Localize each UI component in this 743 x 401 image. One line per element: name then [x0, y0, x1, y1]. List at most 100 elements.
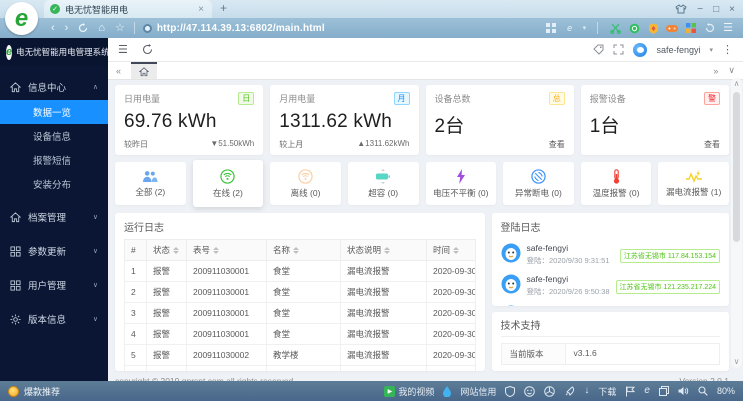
home-page-tab[interactable]	[131, 62, 157, 79]
minimize-button[interactable]: −	[697, 4, 703, 15]
col-status-desc[interactable]: 状态说明	[341, 240, 427, 261]
filter-offline[interactable]: 离线 (0)	[270, 162, 341, 205]
user-caret-icon[interactable]: ▾	[709, 46, 713, 54]
fan-icon[interactable]	[544, 386, 555, 397]
forward-icon[interactable]: ›	[65, 23, 69, 34]
drop-icon[interactable]	[443, 386, 451, 397]
col-name[interactable]: 名称	[267, 240, 341, 261]
table-row[interactable]: 5报警200911030002教学楼漏电流报警2020-09-30 09:05:…	[125, 345, 476, 366]
security-shield-icon[interactable]	[647, 22, 659, 34]
table-row[interactable]: 1报警200911030001食堂漏电流报警2020-09-30 09:29:5…	[125, 261, 476, 282]
speaker-icon[interactable]	[678, 386, 689, 396]
zoom-level[interactable]: 80%	[717, 386, 735, 396]
filter-all[interactable]: 全部 (2)	[115, 162, 186, 205]
sidebar-group-info-center[interactable]: 信息中心 ∧	[0, 74, 108, 100]
scroll-up-icon[interactable]: ∧	[734, 78, 740, 90]
fullscreen-icon[interactable]	[613, 44, 624, 55]
login-time: 登陆：2020/9/30 9:31:51	[527, 255, 610, 266]
sidebar-item-device-info[interactable]: 设备信息	[0, 124, 108, 148]
chevron-down-icon: ∨	[93, 213, 98, 221]
scroll-down-icon[interactable]: ∨	[734, 356, 740, 368]
mode-caret-icon[interactable]: ▾	[583, 24, 587, 32]
refresh-icon[interactable]	[78, 23, 88, 33]
windows-icon[interactable]	[659, 386, 669, 396]
browser-menu-icon[interactable]: ☰	[723, 23, 733, 34]
sidebar-item-alarm-sms[interactable]: 报警短信	[0, 148, 108, 172]
view-alarms-link[interactable]: 查看	[704, 139, 720, 150]
rocket-icon[interactable]	[564, 386, 575, 397]
table-row[interactable]: 4报警200911030001食堂漏电流报警2020-09-30 09:10:0…	[125, 324, 476, 345]
wallet-icon[interactable]	[628, 22, 640, 34]
more-options-icon[interactable]: ⋮	[722, 43, 733, 56]
screenshot-scissors-icon[interactable]	[609, 22, 621, 34]
scrollbar-thumb[interactable]	[733, 92, 740, 242]
restore-session-icon[interactable]	[704, 22, 716, 34]
promo-label: 爆款推荐	[24, 385, 60, 398]
month-badge: 月	[394, 92, 410, 105]
home-icon[interactable]: ⌂	[98, 23, 105, 34]
window-close-button[interactable]: ×	[729, 4, 735, 15]
filter-temperature-alarm[interactable]: 温度报警 (0)	[581, 162, 652, 205]
address-input[interactable]: http://47.114.39.13:6802/main.html	[143, 23, 545, 34]
sidebar-item-data-overview[interactable]: 数据一览	[0, 100, 108, 124]
back-icon[interactable]: ‹	[51, 23, 55, 34]
maximize-button[interactable]: □	[713, 4, 719, 15]
apps-grid-icon[interactable]	[685, 22, 697, 34]
filter-over-capacity[interactable]: 超容 (0)	[348, 162, 419, 205]
tabs-list-icon[interactable]: ∨	[728, 65, 735, 76]
sidebar-group-params[interactable]: 参数更新 ∨	[0, 238, 108, 264]
tabs-scroll-right-icon[interactable]: »	[713, 66, 718, 76]
filter-leakage-alarm[interactable]: 漏电流报警 (1)	[658, 162, 729, 205]
site-info-icon[interactable]	[143, 24, 152, 33]
table-row[interactable]: 2报警200911030001食堂漏电流报警2020-09-30 09:19:5…	[125, 282, 476, 303]
search-icon[interactable]	[698, 386, 708, 396]
filter-online[interactable]: 在线 (2)	[193, 160, 264, 207]
sidebar-group-version[interactable]: 版本信息 ∨	[0, 306, 108, 332]
tab-close-icon[interactable]: ×	[196, 4, 206, 15]
sidebar-group-users[interactable]: 用户管理 ∨	[0, 272, 108, 298]
shield-icon[interactable]	[505, 386, 515, 397]
col-time[interactable]: 时间	[427, 240, 476, 261]
game-center-icon[interactable]	[666, 22, 678, 34]
collapse-menu-icon[interactable]: ☰	[118, 43, 128, 56]
speed-down-icon[interactable]: ↓	[584, 386, 589, 396]
theme-skin-icon[interactable]	[675, 4, 687, 14]
view-devices-link[interactable]: 查看	[549, 139, 565, 150]
filter-voltage-imbalance[interactable]: 电压不平衡 (0)	[426, 162, 497, 205]
browser-e-icon[interactable]: e	[644, 386, 650, 396]
download-item[interactable]: 下载	[598, 385, 616, 398]
table-row[interactable]: 6报警200911030001食堂漏电流报警2020-09-30 09:05:0…	[125, 366, 476, 372]
my-video-item[interactable]: ▶ 我的视频	[384, 385, 434, 398]
sort-icon	[293, 247, 299, 254]
face-icon[interactable]	[524, 386, 535, 397]
user-avatar[interactable]	[633, 43, 647, 57]
promo-item[interactable]: 爆款推荐	[8, 385, 60, 398]
user-menu[interactable]: safe-fengyi	[656, 45, 700, 55]
browser-logo-icon[interactable]: e	[5, 2, 38, 35]
sort-icon	[384, 247, 390, 254]
sidebar-group-archive[interactable]: 档案管理 ∨	[0, 204, 108, 230]
filter-power-cut[interactable]: 异常断电 (0)	[503, 162, 574, 205]
tabs-scroll-left-icon[interactable]: «	[116, 66, 121, 76]
sidebar-item-install-distribution[interactable]: 安装分布	[0, 172, 108, 196]
browser-tab[interactable]: ✓ 电无忧智能用电 ×	[44, 0, 212, 18]
vertical-scrollbar[interactable]: ∧ ∨	[731, 78, 742, 368]
house-icon	[10, 82, 21, 93]
extensions-grid-icon[interactable]	[545, 22, 557, 34]
login-entry: safe-fengyi 登陆：2020/9/26 9:50:38 江苏省无锡市 …	[501, 270, 720, 301]
signal-online-icon	[220, 169, 235, 184]
chevron-up-icon: ∧	[93, 83, 98, 91]
tag-icon[interactable]	[593, 44, 604, 55]
app-logo-icon: e	[6, 45, 12, 60]
play-icon: ▶	[384, 386, 395, 397]
login-log-panel: 登陆日志 safe-fengyi 登陆：2020/9/30 9:31:51 江苏…	[492, 213, 729, 306]
site-credit-item[interactable]: 网站信用	[460, 385, 496, 398]
table-row[interactable]: 3报警200911030001食堂漏电流报警2020-09-30 09:14:5…	[125, 303, 476, 324]
flag-icon[interactable]	[625, 386, 635, 397]
col-status[interactable]: 状态	[147, 240, 187, 261]
col-meter-no[interactable]: 表号	[187, 240, 267, 261]
new-tab-button[interactable]: +	[212, 0, 235, 18]
reload-icon[interactable]	[142, 44, 153, 55]
browser-mode-icon[interactable]: e	[564, 22, 576, 34]
favorite-star-icon[interactable]: ☆	[115, 23, 125, 34]
